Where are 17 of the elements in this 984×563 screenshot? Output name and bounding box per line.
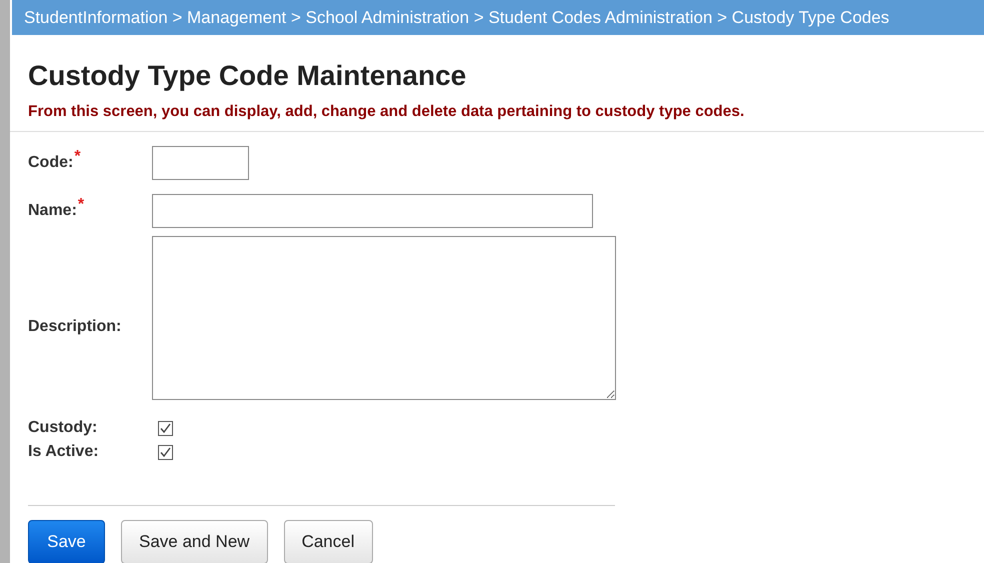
action-button[interactable]: Cancel: [284, 520, 372, 563]
field-label: Is Active:: [28, 443, 99, 460]
field-label: Description:: [28, 318, 122, 334]
required-asterisk: *: [78, 196, 84, 213]
field-label: Custody:: [28, 419, 98, 436]
checkbox[interactable]: [158, 420, 173, 436]
text-field[interactable]: [152, 146, 249, 180]
required-asterisk: *: [74, 148, 81, 165]
field-label: Name:: [28, 202, 77, 219]
page-title: Custody Type Code Maintenance: [28, 59, 468, 93]
action-button[interactable]: Save and New: [121, 520, 268, 563]
breadcrumb-bar: StudentInformation > Management > School Administration > Student Codes Administration > Custody Type Codes: [12, 0, 984, 35]
checkbox[interactable]: [158, 444, 173, 460]
save-button[interactable]: Save: [28, 520, 105, 563]
field-label: Code:: [28, 154, 74, 171]
instructions-text: From this screen, you can display, add, change and delete data pertaining to custody type codes.: [28, 103, 746, 121]
text-field[interactable]: [152, 194, 593, 228]
